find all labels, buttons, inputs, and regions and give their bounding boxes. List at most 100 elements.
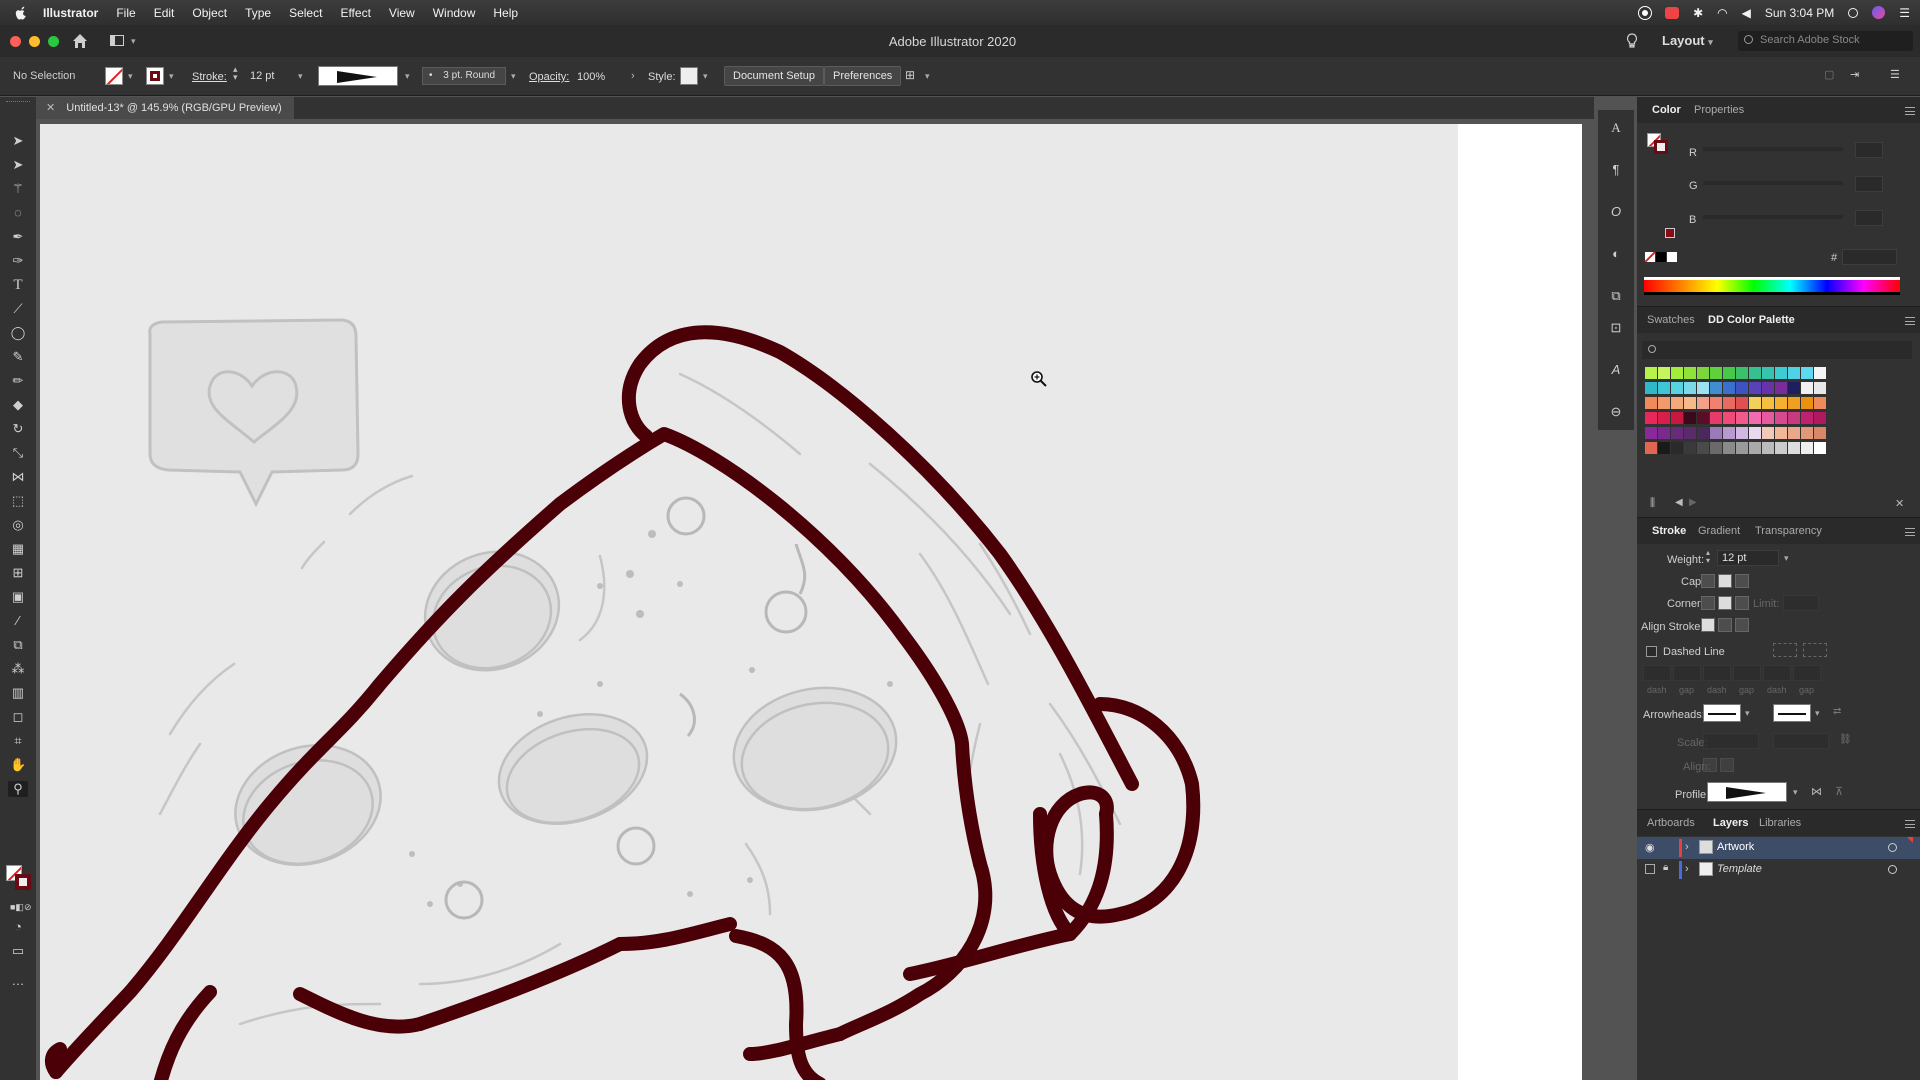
- swatch-cell[interactable]: [1658, 412, 1670, 424]
- blend-tool-icon[interactable]: ⧉: [10, 637, 26, 653]
- swatch-cell[interactable]: [1788, 367, 1800, 379]
- swatch-cell[interactable]: [1671, 382, 1683, 394]
- toolbar-grip[interactable]: [6, 101, 30, 104]
- fill-swatch[interactable]: [105, 67, 123, 85]
- arrange-dropdown-icon[interactable]: ▾: [925, 71, 930, 82]
- scale-tool-icon[interactable]: ⤡: [10, 445, 26, 461]
- end-arrowhead-select[interactable]: [1773, 704, 1811, 722]
- swatch-options-icon[interactable]: ✕: [1895, 497, 1904, 510]
- swatch-cell[interactable]: [1762, 427, 1774, 439]
- stroke-label[interactable]: Stroke:: [192, 71, 227, 83]
- round-cap-button[interactable]: [1718, 574, 1732, 588]
- swatch-search-field[interactable]: [1642, 341, 1912, 359]
- stroke-indicator-swatch[interactable]: [15, 874, 31, 890]
- color-spectrum-bar[interactable]: [1644, 277, 1900, 295]
- swatch-cell[interactable]: [1762, 412, 1774, 424]
- eyedropper-tool-icon[interactable]: ⁄: [10, 613, 26, 629]
- swatch-cell[interactable]: [1762, 397, 1774, 409]
- end-scale-input[interactable]: [1773, 733, 1829, 749]
- link-scale-icon[interactable]: ⛓: [1839, 734, 1852, 745]
- swatch-cell[interactable]: [1684, 367, 1696, 379]
- fill-stroke-indicator[interactable]: [6, 865, 32, 891]
- weight-stepper-icon[interactable]: ▴ ▾: [1706, 549, 1710, 565]
- swatch-cell[interactable]: [1723, 442, 1735, 454]
- column-graph-tool-icon[interactable]: ▥: [10, 685, 26, 701]
- swatch-cell[interactable]: [1710, 397, 1722, 409]
- apple-icon[interactable]: [14, 6, 28, 20]
- layer-name[interactable]: Template: [1717, 863, 1762, 875]
- eraser-tool-icon[interactable]: ◆: [10, 397, 26, 413]
- swatch-prev-icon[interactable]: ◀: [1675, 497, 1683, 508]
- swatch-cell[interactable]: [1788, 412, 1800, 424]
- tab-transparency[interactable]: Transparency: [1755, 525, 1822, 537]
- swatch-cell[interactable]: [1736, 412, 1748, 424]
- swatch-cell[interactable]: [1684, 442, 1696, 454]
- artboard-tool-icon[interactable]: ◻: [10, 709, 26, 725]
- stroke-weight-input[interactable]: 12 pt: [250, 70, 274, 82]
- swatch-cell[interactable]: [1723, 367, 1735, 379]
- screen-mode-icon[interactable]: ▭: [10, 943, 26, 959]
- perspective-grid-tool-icon[interactable]: ▦: [10, 541, 26, 557]
- tab-swatches[interactable]: Swatches: [1647, 314, 1695, 326]
- swatch-cell[interactable]: [1801, 382, 1813, 394]
- swatch-cell[interactable]: [1684, 397, 1696, 409]
- dash-1-input[interactable]: [1643, 665, 1671, 681]
- swatch-cell[interactable]: [1801, 367, 1813, 379]
- swatch-cell[interactable]: [1775, 367, 1787, 379]
- menu-edit[interactable]: Edit: [145, 6, 184, 20]
- swatch-cell[interactable]: [1645, 397, 1657, 409]
- pen-tool-icon[interactable]: ✒: [10, 229, 26, 245]
- target-circle-icon[interactable]: [1888, 865, 1897, 874]
- butt-cap-button[interactable]: [1701, 574, 1715, 588]
- profile-select[interactable]: [1707, 782, 1787, 802]
- menu-file[interactable]: File: [107, 6, 144, 20]
- menu-select[interactable]: Select: [280, 6, 331, 20]
- slice-tool-icon[interactable]: ⌗: [10, 733, 26, 749]
- opacity-expand-icon[interactable]: ›: [631, 70, 635, 82]
- artboard[interactable]: [40, 124, 1582, 1080]
- swatch-cell[interactable]: [1762, 367, 1774, 379]
- layout-dropdown[interactable]: Layout ▾: [1662, 33, 1713, 48]
- paragraph-panel-icon[interactable]: ¶: [1608, 162, 1624, 178]
- align-inside-button[interactable]: [1718, 618, 1732, 632]
- stock-search-input[interactable]: Search Adobe Stock: [1738, 31, 1913, 51]
- spotlight-icon[interactable]: [1848, 7, 1859, 18]
- swatch-cell[interactable]: [1814, 412, 1826, 424]
- graphic-style-swatch[interactable]: [680, 67, 698, 85]
- document-tab[interactable]: ✕ Untitled-13* @ 145.9% (RGB/GPU Preview…: [36, 97, 294, 119]
- channel-b-input[interactable]: [1855, 210, 1883, 226]
- swatch-cell[interactable]: [1749, 442, 1761, 454]
- transform-options-icon[interactable]: ⇥: [1850, 68, 1859, 81]
- menu-object[interactable]: Object: [183, 6, 236, 20]
- layers-panel-menu-icon[interactable]: [1905, 820, 1915, 828]
- align-center-button[interactable]: [1701, 618, 1715, 632]
- swatch-cell[interactable]: [1736, 442, 1748, 454]
- close-tab-icon[interactable]: ✕: [46, 102, 55, 114]
- shape-builder-tool-icon[interactable]: ◎: [10, 517, 26, 533]
- creative-cloud-icon[interactable]: [1665, 6, 1680, 19]
- character-panel-icon[interactable]: A: [1608, 120, 1624, 136]
- type-tool-icon[interactable]: T: [10, 277, 26, 293]
- bluetooth-icon[interactable]: ✱: [1693, 6, 1703, 20]
- swatch-cell[interactable]: [1697, 427, 1709, 439]
- end-arrowhead-dropdown-icon[interactable]: ▾: [1815, 708, 1820, 719]
- swatch-cell[interactable]: [1671, 442, 1683, 454]
- swatch-cell[interactable]: [1814, 367, 1826, 379]
- stroke-swatch[interactable]: [146, 67, 164, 85]
- swatch-cell[interactable]: [1658, 382, 1670, 394]
- target-circle-icon[interactable]: [1888, 843, 1897, 852]
- align-outside-button[interactable]: [1735, 618, 1749, 632]
- last-color-swatch[interactable]: [1665, 228, 1675, 238]
- swatch-cell[interactable]: [1762, 382, 1774, 394]
- swatch-cell[interactable]: [1710, 367, 1722, 379]
- swatch-cell[interactable]: [1710, 382, 1722, 394]
- swatch-cell[interactable]: [1723, 382, 1735, 394]
- swatch-cell[interactable]: [1645, 367, 1657, 379]
- bevel-join-button[interactable]: [1735, 596, 1749, 610]
- start-scale-input[interactable]: [1703, 733, 1759, 749]
- fill-dropdown-icon[interactable]: ▾: [128, 71, 133, 82]
- symbol-sprayer-tool-icon[interactable]: ⁂: [10, 661, 26, 677]
- brush-dropdown-icon[interactable]: ▾: [511, 71, 516, 82]
- swatch-cell[interactable]: [1788, 397, 1800, 409]
- swatch-cell[interactable]: [1697, 382, 1709, 394]
